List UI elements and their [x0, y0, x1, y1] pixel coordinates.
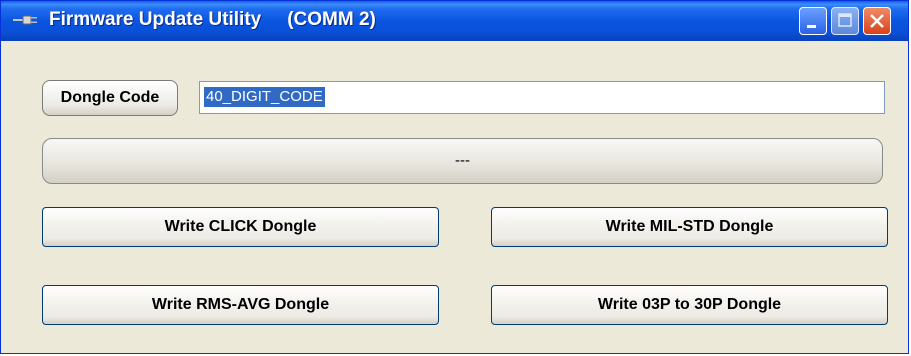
app-window: Firmware Update Utility (COMM 2) Dongle C…: [0, 0, 909, 354]
plug-icon: [13, 13, 39, 25]
minimize-icon: [807, 25, 816, 28]
close-button[interactable]: [863, 7, 891, 35]
write-mil-std-dongle-button[interactable]: Write MIL-STD Dongle: [491, 207, 888, 247]
dongle-code-label: Dongle Code: [42, 80, 178, 116]
dongle-code-input[interactable]: 40_DIGIT_CODE: [199, 81, 885, 114]
status-display: ---: [42, 138, 883, 184]
dongle-code-value[interactable]: 40_DIGIT_CODE: [204, 87, 325, 107]
title-label: Firmware Update Utility: [49, 9, 262, 30]
write-click-dongle-button[interactable]: Write CLICK Dongle: [42, 207, 439, 247]
write-rms-avg-dongle-button[interactable]: Write RMS-AVG Dongle: [42, 285, 439, 325]
title-bar[interactable]: Firmware Update Utility (COMM 2): [1, 1, 908, 41]
window-title: Firmware Update Utility (COMM 2): [49, 9, 376, 31]
minimize-button[interactable]: [799, 7, 827, 35]
port-label: (COMM 2): [287, 9, 376, 30]
write-03p-to-30p-dongle-button[interactable]: Write 03P to 30P Dongle: [491, 285, 888, 325]
maximize-button[interactable]: [831, 7, 859, 35]
close-icon: [870, 14, 884, 28]
maximize-icon: [838, 13, 852, 27]
